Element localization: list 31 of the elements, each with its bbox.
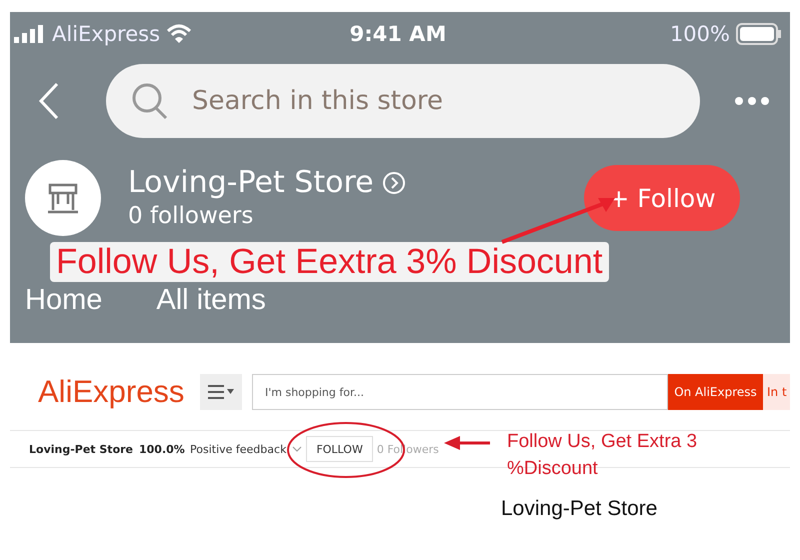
search-scope-button[interactable]: In t xyxy=(763,374,790,410)
store-avatar-icon xyxy=(25,160,101,236)
menu-button[interactable] xyxy=(200,374,242,410)
feedback-label: Positive feedback xyxy=(190,442,286,456)
feedback-percent: 100.0% xyxy=(139,442,186,456)
wifi-icon xyxy=(166,24,192,44)
store-caption: Loving-Pet Store xyxy=(501,497,658,521)
annotation-arrow xyxy=(444,435,490,451)
carrier-name: AliExpress xyxy=(52,22,160,46)
aliexpress-logo[interactable]: AliExpress xyxy=(38,374,200,410)
more-icon[interactable] xyxy=(734,96,770,106)
store-name[interactable]: Loving-Pet Store xyxy=(128,165,374,201)
search-field[interactable]: I'm shopping for... xyxy=(252,374,668,410)
back-icon[interactable] xyxy=(38,82,60,120)
battery-icon xyxy=(736,23,782,45)
search-icon xyxy=(130,81,170,121)
follower-count: 0 followers xyxy=(128,202,254,231)
battery-percent: 100% xyxy=(670,22,730,46)
store-tab[interactable]: Home xyxy=(25,284,102,317)
search-scope-button[interactable]: On AliExpress xyxy=(668,374,763,410)
search-field[interactable]: Search in this store xyxy=(106,64,700,138)
store-name[interactable]: Loving-Pet Store xyxy=(29,442,139,456)
follow-button[interactable]: FOLLOW xyxy=(306,436,373,462)
status-time: 9:41 AM xyxy=(350,22,446,46)
store-tab[interactable]: All items xyxy=(156,284,266,317)
annotation-text: Follow Us, Get Extra 3 %Discount xyxy=(507,430,698,481)
menu-icon xyxy=(208,385,234,399)
signal-icon xyxy=(14,25,46,43)
annotation-text: Follow Us, Get Eextra 3% Disocunt xyxy=(50,242,609,282)
chevron-circle-icon[interactable] xyxy=(382,171,406,195)
chevron-down-icon[interactable] xyxy=(292,446,302,452)
